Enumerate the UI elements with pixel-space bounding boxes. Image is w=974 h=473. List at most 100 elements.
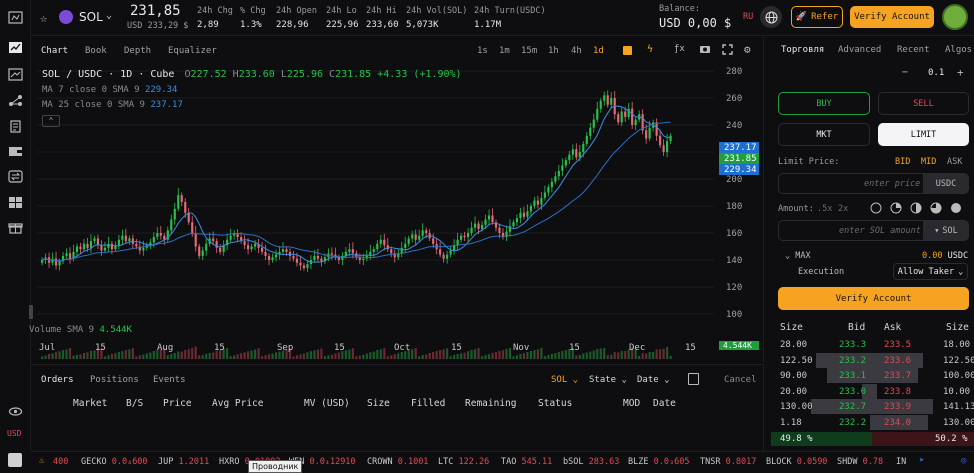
col-filled[interactable]: Filled [411, 398, 445, 409]
bid-price[interactable]: 232.2 [839, 418, 866, 428]
tab-orders[interactable]: Orders [41, 375, 74, 385]
transfer-icon[interactable] [8, 170, 23, 183]
camera-icon[interactable] [699, 44, 711, 57]
tab-algos[interactable]: Algos [945, 45, 972, 55]
lightning-icon[interactable]: ϟ [647, 44, 653, 55]
ask-price[interactable]: 234.0 [884, 418, 911, 428]
cancel-all-button[interactable]: Cancel [724, 375, 757, 385]
tab-positions[interactable]: Positions [90, 375, 139, 385]
chart-icon[interactable] [8, 41, 23, 54]
col-mv[interactable]: MV (USD) [304, 398, 350, 409]
col-market[interactable]: Market [73, 398, 107, 409]
price-mode-mid[interactable]: MID [921, 157, 936, 167]
gift-icon[interactable] [8, 221, 23, 234]
refer-button[interactable]: 🚀 Refer [791, 6, 843, 28]
timeframe-4h[interactable]: 4h [571, 46, 582, 56]
col-avg-price[interactable]: Avg Price [212, 398, 263, 409]
col-status[interactable]: Status [538, 398, 572, 409]
tab-advanced[interactable]: Advanced [838, 45, 881, 55]
trend-icon[interactable] [8, 68, 23, 81]
ticker-item[interactable]: GECKO 0.0₄600 [81, 457, 148, 467]
ask-price[interactable]: 233.6 [884, 356, 911, 366]
amount-half-button[interactable]: .5x [817, 204, 832, 214]
order-book-row[interactable]: 28.00 233.3 233.5 18.00 [771, 337, 974, 353]
order-book-row[interactable]: 90.00 233.1 233.7 100.00 [771, 368, 974, 384]
bid-price[interactable]: 233.0 [839, 387, 866, 397]
ticker-item[interactable]: 400 [53, 457, 68, 467]
col-date[interactable]: Date [653, 398, 676, 409]
ticker-item[interactable]: bSOL 283.63 [563, 457, 619, 467]
market-order-button[interactable]: MKT [778, 123, 870, 146]
execution-select[interactable]: Allow Taker ⌄ [893, 263, 968, 280]
ticker-item[interactable]: SHDW 0.78 [837, 457, 883, 467]
tick-increase-button[interactable]: + [957, 66, 964, 79]
order-book-row[interactable]: 1.18 232.2 234.0 130.00 [771, 414, 974, 431]
tab-events[interactable]: Events [153, 375, 186, 385]
globe-small-icon[interactable]: ◎ [961, 456, 966, 466]
filter-date[interactable]: Date ⌄ [637, 375, 670, 385]
col-mod[interactable]: MOD [623, 398, 640, 409]
network-icon[interactable] [8, 94, 23, 107]
avatar[interactable] [942, 4, 968, 30]
ticker-item[interactable]: JUP 1.2011 [158, 457, 209, 467]
bid-price[interactable]: 233.3 [839, 340, 866, 350]
ask-price[interactable]: 233.9 [884, 402, 911, 412]
chart-handle[interactable] [29, 305, 33, 319]
tab-recent[interactable]: Recent [897, 45, 930, 55]
ask-price[interactable]: 233.8 [884, 387, 911, 397]
tick-decrease-button[interactable]: − [902, 67, 908, 78]
tab-equalizer[interactable]: Equalizer [168, 46, 217, 56]
grid-icon[interactable] [8, 196, 23, 209]
candle-type-icon[interactable] [623, 46, 632, 55]
ticker-item[interactable]: BLOCK 0.0590 [766, 457, 827, 467]
verify-account-submit-button[interactable]: Verify Account [778, 287, 969, 310]
tab-trade[interactable]: Торговля [781, 45, 824, 55]
ticker-item[interactable]: TNSR 0.8017 [700, 457, 756, 467]
language-selector[interactable]: RU [743, 12, 753, 22]
limit-price-input[interactable]: enter price [864, 179, 920, 189]
col-remaining[interactable]: Remaining [465, 398, 516, 409]
amount-unit[interactable]: ▾ SOL [923, 221, 969, 240]
ask-price[interactable]: 233.7 [884, 371, 911, 381]
wallet-icon[interactable] [8, 145, 23, 158]
col-bs[interactable]: B/S [126, 398, 143, 409]
buy-button[interactable]: BUY [778, 92, 870, 115]
collapse-legend-button[interactable]: ⌃ [42, 115, 60, 127]
ask-price[interactable]: 233.5 [884, 340, 911, 350]
ticker-item[interactable]: BLZE 0.0₃605 [628, 457, 689, 467]
currency-label[interactable]: USD [7, 429, 21, 438]
globe-icon[interactable] [760, 6, 782, 28]
gear-icon[interactable]: ⚙ [744, 43, 751, 56]
ticker-item[interactable]: LTC 122.26 [438, 457, 489, 467]
order-book-row[interactable]: 122.50 233.2 233.6 122.50 [771, 352, 974, 369]
ticker-item[interactable]: IN [896, 457, 906, 467]
limit-price-field[interactable]: enter price USDC [778, 173, 969, 194]
price-mode-bid[interactable]: BID [895, 157, 910, 167]
ticker-item[interactable]: TAO 545.11 [501, 457, 552, 467]
market-symbol[interactable]: SOL [79, 10, 103, 24]
tab-depth[interactable]: Depth [124, 46, 151, 56]
document-icon[interactable] [8, 120, 23, 133]
verify-account-button[interactable]: Verify Account [850, 6, 934, 28]
tab-book[interactable]: Book [85, 46, 107, 56]
bid-price[interactable]: 233.1 [839, 371, 866, 381]
amount-double-button[interactable]: 2x [838, 204, 848, 214]
bid-price[interactable]: 232.7 [839, 402, 866, 412]
price-mode-ask[interactable]: ASK [947, 157, 962, 167]
fullscreen-icon[interactable] [722, 44, 733, 58]
star-icon[interactable]: ☆ [40, 11, 47, 25]
amount-fraction-selector[interactable] [870, 202, 970, 214]
panel-toggle-icon[interactable] [8, 453, 22, 467]
eye-icon[interactable] [8, 405, 23, 418]
max-toggle[interactable]: ⌄ MAX [785, 251, 811, 261]
bid-price[interactable]: 233.2 [839, 356, 866, 366]
order-book-row[interactable]: 20.00 233.0 233.8 10.00 [771, 383, 974, 400]
indicator-icon[interactable]: ƒx [674, 44, 685, 54]
timeframe-1s[interactable]: 1s [477, 46, 488, 56]
filter-market[interactable]: SOL ⌄ [551, 375, 578, 385]
chevron-down-icon[interactable]: ⌄ [106, 10, 112, 21]
limit-order-button[interactable]: LIMIT [878, 123, 969, 146]
timeframe-1h[interactable]: 1h [548, 46, 559, 56]
ticker-item[interactable]: CROWN 0.1001 [367, 457, 428, 467]
filter-state[interactable]: State ⌄ [589, 375, 627, 385]
